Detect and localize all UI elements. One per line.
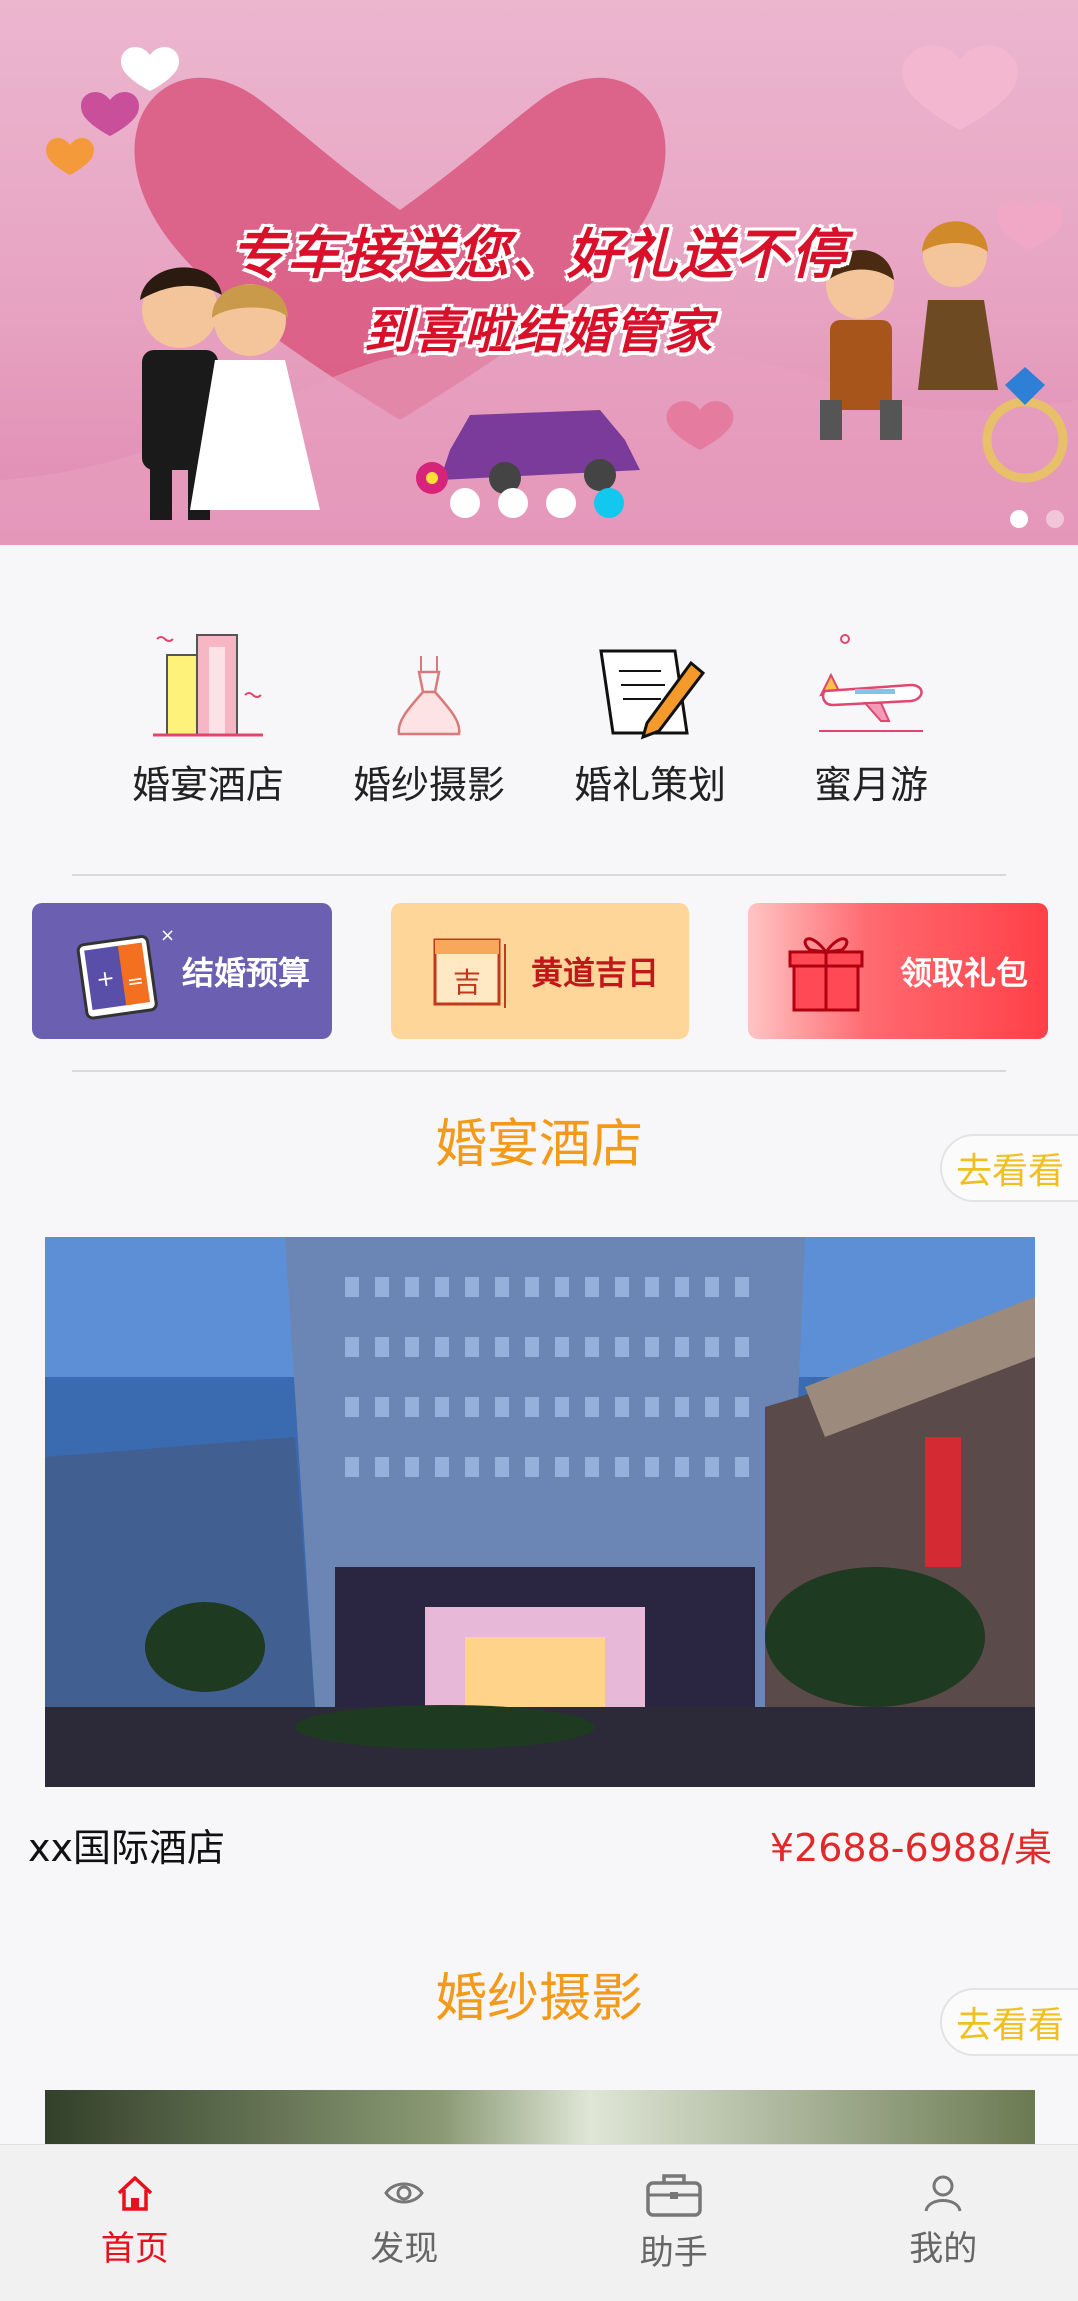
divider — [72, 874, 1006, 876]
briefcase-icon — [644, 2171, 704, 2219]
auspicious-day-button[interactable]: 吉 黄道吉日 — [391, 903, 689, 1039]
category-wedding-photo[interactable]: 婚纱摄影 — [324, 620, 534, 809]
banner-subheadline: 到喜啦结婚管家 — [0, 292, 1078, 362]
carousel-dot[interactable] — [546, 488, 576, 518]
carousel-indicators — [450, 488, 624, 518]
divider — [72, 1070, 1006, 1072]
user-icon — [921, 2171, 965, 2215]
calendar-icon: 吉 — [421, 926, 521, 1016]
planning-document-icon — [595, 645, 705, 740]
tab-discover[interactable]: 发现 — [270, 2145, 540, 2301]
tab-label: 助手 — [640, 2225, 708, 2274]
bottom-tab-bar: 首页 发现 助手 我的 — [0, 2144, 1078, 2301]
carousel-dot[interactable] — [450, 488, 480, 518]
tab-label: 我的 — [909, 2221, 977, 2270]
auspicious-day-label: 黄道吉日 — [531, 948, 659, 994]
section-title-photography: 婚纱摄影 — [0, 1956, 1078, 2031]
category-label: 婚宴酒店 — [103, 754, 313, 809]
wedding-dress-icon — [389, 650, 469, 740]
page-dot-active — [1010, 510, 1028, 528]
tab-mine[interactable]: 我的 — [809, 2145, 1078, 2301]
tab-home[interactable]: 首页 — [0, 2145, 270, 2301]
svg-text:×: × — [160, 925, 175, 946]
tab-label: 首页 — [101, 2221, 169, 2270]
eye-icon — [382, 2171, 426, 2215]
hotel-photo[interactable] — [45, 1237, 1035, 1787]
section-title-hotel: 婚宴酒店 — [0, 1102, 1078, 1177]
carousel-dot[interactable] — [498, 488, 528, 518]
tab-label: 发现 — [370, 2221, 438, 2270]
hotel-price: ¥2688-6988/桌 — [770, 1817, 1052, 1872]
category-honeymoon[interactable]: 蜜月游 — [766, 620, 976, 809]
carousel-dot-active[interactable] — [594, 488, 624, 518]
svg-text:吉: 吉 — [453, 966, 481, 999]
gift-pack-label: 领取礼包 — [900, 948, 1028, 994]
calculator-icon: + = × — [62, 921, 182, 1021]
gift-pack-button[interactable]: 领取礼包 — [748, 903, 1048, 1039]
photography-photo[interactable] — [45, 2090, 1035, 2150]
budget-button[interactable]: + = × 结婚预算 — [32, 903, 332, 1039]
promo-banner[interactable]: 专车接送您、好礼送不停 到喜啦结婚管家 — [0, 0, 1078, 545]
budget-label: 结婚预算 — [182, 948, 310, 994]
category-wedding-planning[interactable]: 婚礼策划 — [545, 620, 755, 809]
category-nav: 婚宴酒店 婚纱摄影 婚礼策划 — [0, 620, 1078, 810]
photography-more-button[interactable]: 去看看 — [940, 1988, 1078, 2056]
gift-icon — [780, 926, 880, 1016]
page-dot — [1046, 510, 1064, 528]
category-wedding-hotel[interactable]: 婚宴酒店 — [103, 620, 313, 809]
banner-page-indicators — [1010, 510, 1064, 528]
category-label: 蜜月游 — [766, 754, 976, 809]
home-icon — [113, 2171, 157, 2215]
hotel-building-icon — [153, 625, 263, 740]
hotel-building-image — [45, 1237, 1035, 1787]
svg-text:+: + — [95, 966, 117, 993]
svg-text:=: = — [125, 968, 145, 994]
banner-headline: 专车接送您、好礼送不停 — [0, 210, 1078, 289]
category-label: 婚纱摄影 — [324, 754, 534, 809]
hotel-more-button[interactable]: 去看看 — [940, 1134, 1078, 1202]
tab-assistant[interactable]: 助手 — [539, 2145, 809, 2301]
hotel-name[interactable]: xx国际酒店 — [28, 1817, 225, 1872]
category-label: 婚礼策划 — [545, 754, 755, 809]
airplane-icon — [811, 625, 931, 740]
